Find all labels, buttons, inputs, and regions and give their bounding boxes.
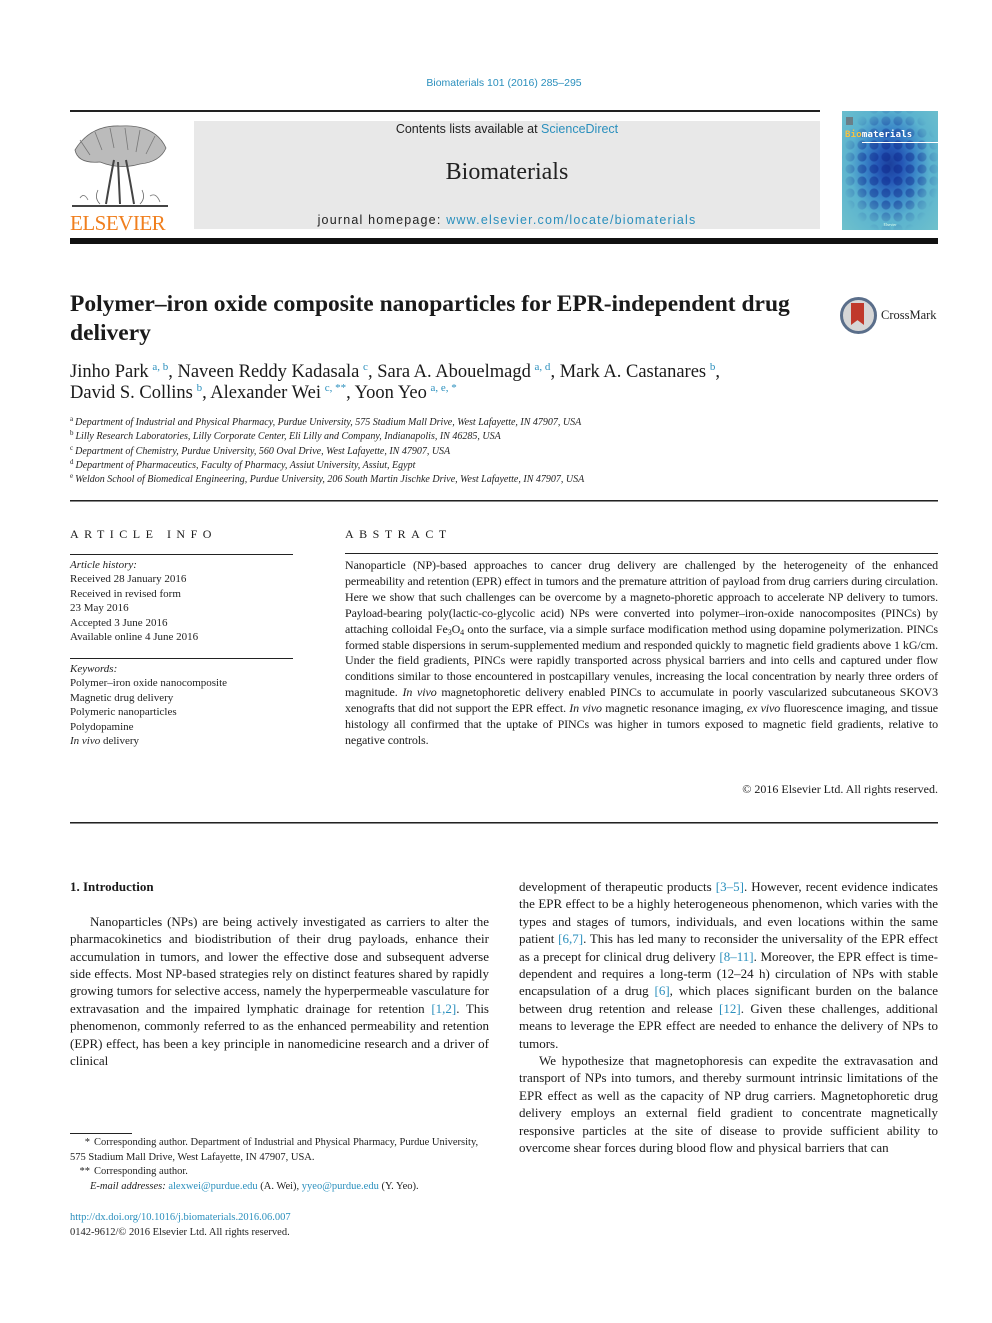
citation-link[interactable]: [12] (719, 1001, 741, 1016)
citation-link[interactable]: [6] (655, 983, 670, 998)
issn-line: 0142-9612/© 2016 Elsevier Ltd. All right… (70, 1226, 290, 1238)
footnote-corresponding-1: * Corresponding author. Department of Ind… (70, 1137, 479, 1163)
affiliation-item: e Weldon School of Biomedical Engineering… (70, 472, 585, 486)
affiliation-item: d Department of Pharmaceutics, Faculty of… (70, 457, 416, 471)
history-item: Received in revised form (70, 587, 181, 600)
author-affiliation-marker[interactable]: a, b (152, 361, 168, 373)
header-rule (70, 110, 820, 112)
cover-pattern (842, 111, 938, 230)
body-column-right: development of therapeutic products [3–5… (519, 878, 938, 1157)
abstract-divider (70, 822, 938, 824)
author[interactable]: Sara A. Abouelmagd a, d, (377, 361, 560, 383)
abstract-rule (345, 553, 938, 554)
keyword-item[interactable]: Magnetic drug delivery (70, 691, 293, 705)
email-link[interactable]: yyeo@purdue.edu (302, 1181, 379, 1192)
email-link[interactable]: alexwei@purdue.edu (168, 1181, 257, 1192)
author[interactable]: Jinho Park a, b, (70, 361, 177, 383)
doi-link[interactable]: http://dx.doi.org/10.1016/j.biomaterials… (70, 1212, 291, 1223)
author[interactable]: David S. Collins b, (70, 383, 210, 404)
affiliation-list: a Department of Industrial and Physical P… (70, 416, 770, 487)
cover-publisher-icon (846, 117, 853, 125)
masthead-divider (70, 238, 938, 244)
author-affiliation-marker[interactable]: a, e, * (431, 382, 457, 394)
article-info-rule (70, 554, 293, 555)
body-column-left: 1. Introduction Nanoparticles (NPs) are … (70, 878, 489, 1069)
keyword-item[interactable]: Polydopamine (70, 720, 293, 734)
body-paragraph: We hypothesize that magnetophoresis can … (519, 1053, 938, 1156)
abstract-copyright: © 2016 Elsevier Ltd. All rights reserved… (742, 782, 938, 796)
contents-line: Contents lists available at ScienceDirec… (395, 122, 619, 136)
history-item: Received 28 January 2016 (70, 573, 187, 586)
article-title: Polymer–iron oxide composite nanoparticl… (70, 291, 790, 346)
history-item: 23 May 2016 (70, 602, 129, 615)
citation-link[interactable]: [1,2] (431, 1001, 456, 1016)
author-affiliation-marker[interactable]: a, d (535, 361, 551, 373)
author[interactable]: Yoon Yeo a, e, * (355, 382, 457, 404)
abstract-heading: ABSTRACT (345, 527, 452, 541)
cover-rule (862, 142, 938, 143)
keyword-item[interactable]: Polymer–iron oxide nanocomposite (70, 676, 293, 690)
author-affiliation-marker[interactable]: c, ** (325, 382, 346, 394)
author[interactable]: Alexander Wei c, **, (210, 382, 354, 404)
cover-footer: Elsevier (883, 222, 897, 227)
journal-title: Biomaterials (445, 159, 569, 185)
citation-link[interactable]: [3–5] (716, 879, 744, 894)
article-info-heading: ARTICLE INFO (70, 527, 217, 541)
footnote-emails: E-mail addresses: alexwei@purdue.edu (A.… (90, 1180, 419, 1192)
front-matter-divider (70, 500, 938, 502)
footnote-rule (70, 1133, 132, 1134)
body-paragraph: Nanoparticles (NPs) are being actively i… (70, 913, 489, 1069)
footnotes: * Corresponding author. Department of Ind… (70, 1136, 489, 1194)
keywords: Keywords: Polymer–iron oxide nanocomposi… (70, 662, 293, 748)
keywords-rule (70, 658, 293, 659)
section-heading: 1. Introduction (70, 879, 154, 894)
keyword-item[interactable]: In vivo delivery (70, 734, 293, 748)
affiliation-item: c Department of Chemistry, Purdue Univers… (70, 443, 451, 457)
body-paragraph: development of therapeutic products [3–5… (519, 879, 938, 1051)
journal-masthead: Contents lists available at ScienceDirec… (194, 121, 820, 229)
journal-cover-image[interactable]: Biomaterials Elsevier (842, 111, 938, 230)
crossmark-button[interactable]: CrossMark (840, 297, 940, 335)
author[interactable]: Naveen Reddy Kadasala c, (177, 362, 377, 383)
keywords-label: Keywords: (70, 663, 118, 675)
affiliation-item: a Department of Industrial and Physical P… (70, 415, 582, 429)
citation-link[interactable]: [6,7] (558, 931, 583, 946)
cover-title: Biomaterials (845, 130, 913, 140)
history-item: Accepted 3 June 2016 (70, 616, 168, 629)
journal-homepage-link[interactable]: www.elsevier.com/locate/biomaterials (446, 213, 696, 227)
abstract-text: Nanoparticle (NP)-based approaches to ca… (345, 558, 938, 747)
author[interactable]: Mark A. Castanares b, (560, 362, 720, 383)
citation-link[interactable]: [8–11] (719, 949, 753, 964)
history-item: Available online 4 June 2016 (70, 631, 199, 644)
crossmark-label: CrossMark (881, 308, 937, 322)
journal-reference-link[interactable]: Biomaterials 101 (2016) 285–295 (0, 77, 992, 89)
elsevier-wordmark: ELSEVIER (70, 211, 166, 235)
article-history: Article history: Received 28 January 201… (70, 558, 293, 644)
keyword-item[interactable]: Polymeric nanoparticles (70, 705, 293, 719)
elsevier-tree-icon (72, 125, 168, 207)
sciencedirect-link[interactable]: ScienceDirect (541, 122, 618, 136)
affiliation-item: b Lilly Research Laboratories, Lilly Corp… (70, 429, 501, 443)
author-list: Jinho Park a, b, Naveen Reddy Kadasala c… (70, 362, 830, 404)
doi-block: http://dx.doi.org/10.1016/j.biomaterials… (70, 1211, 489, 1240)
elsevier-logo[interactable]: ELSEVIER (70, 120, 172, 235)
article-history-label: Article history: (70, 559, 137, 571)
journal-homepage-line: journal homepage: www.elsevier.com/locat… (317, 213, 697, 227)
footnote-corresponding-2: ** Corresponding author. (79, 1166, 188, 1178)
